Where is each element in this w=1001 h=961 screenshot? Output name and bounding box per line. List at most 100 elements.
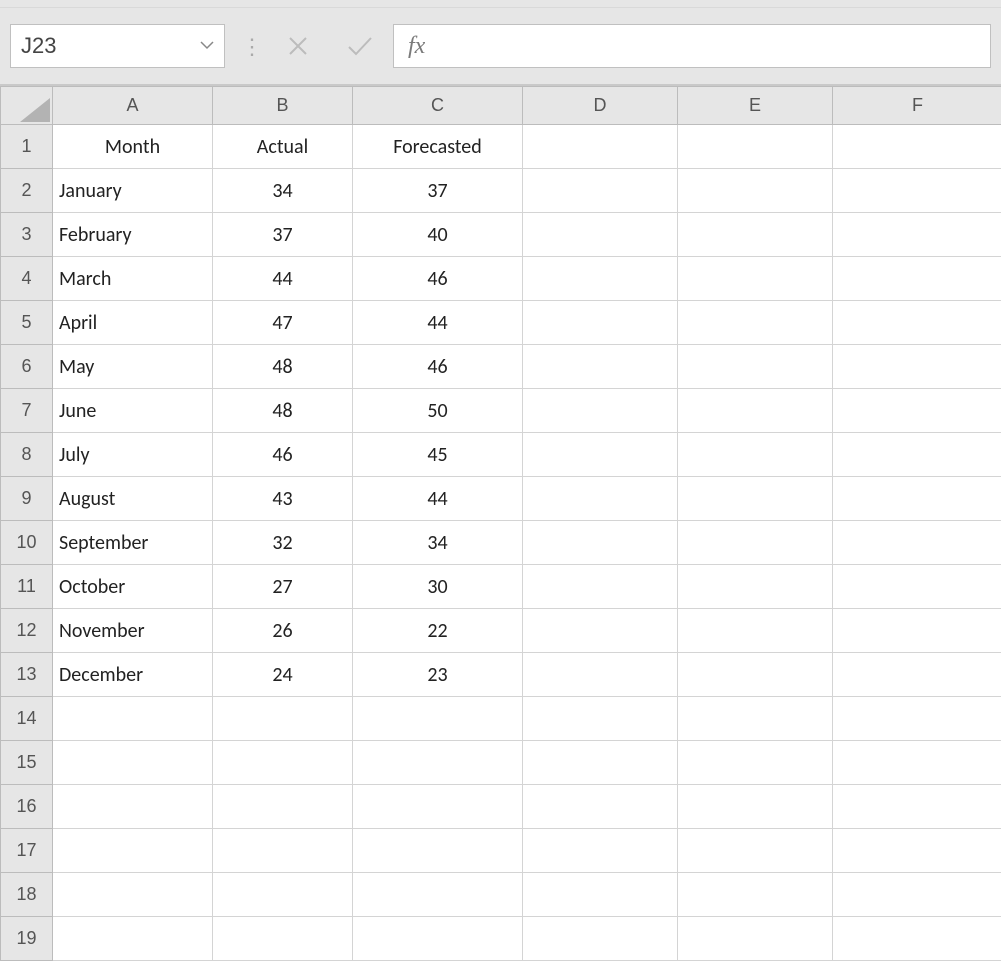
- cell-D11[interactable]: [523, 565, 678, 609]
- chevron-down-icon[interactable]: [200, 39, 214, 53]
- cell-B1[interactable]: Actual: [213, 125, 353, 169]
- row-header[interactable]: 14: [1, 697, 53, 741]
- cell-A13[interactable]: December: [53, 653, 213, 697]
- cell-B14[interactable]: [213, 697, 353, 741]
- cell-E10[interactable]: [678, 521, 833, 565]
- row-header[interactable]: 5: [1, 301, 53, 345]
- cell-B12[interactable]: 26: [213, 609, 353, 653]
- row-header[interactable]: 8: [1, 433, 53, 477]
- cell-D3[interactable]: [523, 213, 678, 257]
- row-header[interactable]: 4: [1, 257, 53, 301]
- cell-A1[interactable]: Month: [53, 125, 213, 169]
- cell-E6[interactable]: [678, 345, 833, 389]
- cell-C13[interactable]: 23: [353, 653, 523, 697]
- cell-A7[interactable]: June: [53, 389, 213, 433]
- row-header[interactable]: 13: [1, 653, 53, 697]
- cell-B7[interactable]: 48: [213, 389, 353, 433]
- cell-B17[interactable]: [213, 829, 353, 873]
- cell-C6[interactable]: 46: [353, 345, 523, 389]
- row-header[interactable]: 1: [1, 125, 53, 169]
- name-box[interactable]: [10, 24, 225, 68]
- cell-E11[interactable]: [678, 565, 833, 609]
- cell-F2[interactable]: [833, 169, 1001, 213]
- col-header-A[interactable]: A: [53, 87, 213, 125]
- cell-B6[interactable]: 48: [213, 345, 353, 389]
- cell-C14[interactable]: [353, 697, 523, 741]
- cell-A14[interactable]: [53, 697, 213, 741]
- cell-B19[interactable]: [213, 917, 353, 961]
- col-header-D[interactable]: D: [523, 87, 678, 125]
- cell-F4[interactable]: [833, 257, 1001, 301]
- cell-A6[interactable]: May: [53, 345, 213, 389]
- cell-C11[interactable]: 30: [353, 565, 523, 609]
- cell-D8[interactable]: [523, 433, 678, 477]
- cell-A4[interactable]: March: [53, 257, 213, 301]
- col-header-C[interactable]: C: [353, 87, 523, 125]
- cell-A11[interactable]: October: [53, 565, 213, 609]
- cell-D6[interactable]: [523, 345, 678, 389]
- cell-A10[interactable]: September: [53, 521, 213, 565]
- row-header[interactable]: 18: [1, 873, 53, 917]
- cell-E13[interactable]: [678, 653, 833, 697]
- cell-C4[interactable]: 46: [353, 257, 523, 301]
- cell-E19[interactable]: [678, 917, 833, 961]
- cell-F12[interactable]: [833, 609, 1001, 653]
- cell-F10[interactable]: [833, 521, 1001, 565]
- cell-B11[interactable]: 27: [213, 565, 353, 609]
- cell-E7[interactable]: [678, 389, 833, 433]
- cell-D9[interactable]: [523, 477, 678, 521]
- cancel-icon[interactable]: [285, 33, 311, 59]
- cell-E17[interactable]: [678, 829, 833, 873]
- cell-F8[interactable]: [833, 433, 1001, 477]
- cell-E9[interactable]: [678, 477, 833, 521]
- col-header-B[interactable]: B: [213, 87, 353, 125]
- cell-F5[interactable]: [833, 301, 1001, 345]
- select-all-corner[interactable]: [1, 87, 53, 125]
- cell-F16[interactable]: [833, 785, 1001, 829]
- cell-D7[interactable]: [523, 389, 678, 433]
- cell-A18[interactable]: [53, 873, 213, 917]
- cell-A19[interactable]: [53, 917, 213, 961]
- cell-D10[interactable]: [523, 521, 678, 565]
- cell-F13[interactable]: [833, 653, 1001, 697]
- cell-A9[interactable]: August: [53, 477, 213, 521]
- cell-A3[interactable]: February: [53, 213, 213, 257]
- cell-F19[interactable]: [833, 917, 1001, 961]
- cell-A8[interactable]: July: [53, 433, 213, 477]
- cell-E8[interactable]: [678, 433, 833, 477]
- cell-C17[interactable]: [353, 829, 523, 873]
- cell-D18[interactable]: [523, 873, 678, 917]
- cell-D19[interactable]: [523, 917, 678, 961]
- row-header[interactable]: 7: [1, 389, 53, 433]
- cell-C19[interactable]: [353, 917, 523, 961]
- cell-C10[interactable]: 34: [353, 521, 523, 565]
- cell-C16[interactable]: [353, 785, 523, 829]
- row-header[interactable]: 17: [1, 829, 53, 873]
- cell-B3[interactable]: 37: [213, 213, 353, 257]
- cell-E15[interactable]: [678, 741, 833, 785]
- cell-D17[interactable]: [523, 829, 678, 873]
- cell-F1[interactable]: [833, 125, 1001, 169]
- cell-E2[interactable]: [678, 169, 833, 213]
- cell-D15[interactable]: [523, 741, 678, 785]
- cell-C18[interactable]: [353, 873, 523, 917]
- cell-B8[interactable]: 46: [213, 433, 353, 477]
- cell-E5[interactable]: [678, 301, 833, 345]
- cell-A15[interactable]: [53, 741, 213, 785]
- cell-D5[interactable]: [523, 301, 678, 345]
- cell-E14[interactable]: [678, 697, 833, 741]
- name-box-input[interactable]: [21, 33, 171, 59]
- cell-C3[interactable]: 40: [353, 213, 523, 257]
- row-header[interactable]: 2: [1, 169, 53, 213]
- cell-B16[interactable]: [213, 785, 353, 829]
- cell-C5[interactable]: 44: [353, 301, 523, 345]
- cell-B9[interactable]: 43: [213, 477, 353, 521]
- cell-F11[interactable]: [833, 565, 1001, 609]
- row-header[interactable]: 6: [1, 345, 53, 389]
- cell-F17[interactable]: [833, 829, 1001, 873]
- row-header[interactable]: 15: [1, 741, 53, 785]
- cell-F6[interactable]: [833, 345, 1001, 389]
- cell-B15[interactable]: [213, 741, 353, 785]
- cell-F7[interactable]: [833, 389, 1001, 433]
- fx-icon[interactable]: fx: [408, 33, 425, 60]
